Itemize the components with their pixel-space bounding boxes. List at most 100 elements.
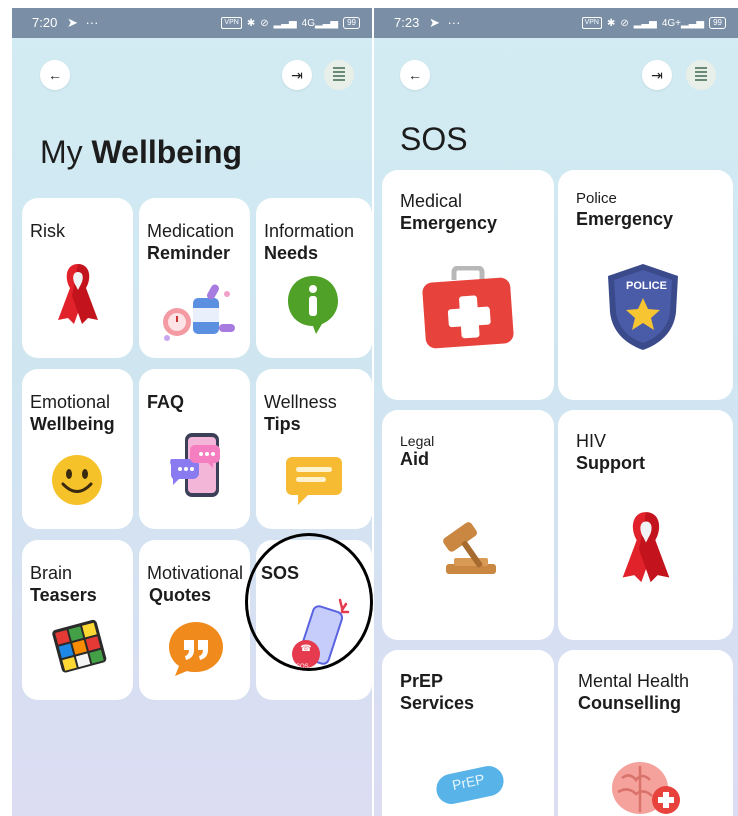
logout-icon: ⇥	[651, 66, 663, 83]
tile-label: FAQ	[147, 392, 185, 412]
battery-icon: 99	[343, 17, 360, 29]
tile-faq[interactable]: FAQ	[139, 369, 250, 529]
tile-label-line1: Wellness	[264, 392, 337, 412]
tile-label-line2: Services	[400, 693, 475, 713]
status-time: 7:20	[32, 15, 58, 30]
pills-clock-icon	[163, 284, 235, 341]
more-dots-icon: ···	[85, 15, 99, 30]
tile-prep-services[interactable]: PrEP Services PrEP	[382, 650, 554, 816]
battery-icon: 99	[709, 17, 726, 29]
tile-label-line1: Motivational	[147, 563, 244, 583]
navigation-arrow-icon: ➤	[428, 15, 440, 30]
page-title: My Wellbeing	[40, 134, 242, 171]
profile-logo-icon	[695, 67, 707, 83]
network-label: 4G	[301, 17, 316, 29]
profile-logo-icon	[333, 67, 345, 83]
tile-information-needs[interactable]: Information Needs	[256, 198, 372, 358]
status-time: 7:23	[394, 15, 420, 30]
4g-signal-icon: 4G▂▃▅	[301, 17, 339, 29]
tile-label-line1: Information	[264, 221, 355, 241]
tile-sos[interactable]: SOS ☎ SOS	[256, 540, 372, 700]
status-bar: 7:23 ➤ ··· VPN ✱ ⊘ ▂▃▅ 4G+▂▃▅ 99	[374, 8, 738, 38]
logout-button[interactable]: ⇥	[282, 60, 312, 90]
tile-label-line1: Emotional	[30, 392, 111, 412]
red-ribbon-icon	[622, 512, 670, 583]
tile-medical-emergency[interactable]: Medical Emergency	[382, 170, 554, 400]
tile-label-line2: Aid	[400, 449, 429, 469]
tile-label-line1: HIV	[576, 431, 607, 451]
quote-bubble-icon	[169, 622, 223, 676]
police-badge-icon	[608, 264, 678, 350]
rubiks-cube-icon	[52, 619, 107, 673]
sos-badge-text: SOS	[296, 664, 309, 670]
profile-avatar[interactable]	[686, 60, 716, 90]
tile-label-line1: Medical	[400, 191, 463, 211]
tile-label-line2: Emergency	[400, 213, 498, 233]
back-button[interactable]: ←	[40, 60, 70, 90]
first-aid-kit-icon	[422, 266, 514, 349]
vpn-icon: VPN	[581, 17, 602, 29]
battery-level: 99	[347, 18, 356, 27]
link-icon: ⊘	[260, 17, 269, 29]
tile-label-line1: Mental Health	[578, 671, 690, 691]
wellbeing-screen: 7:20 ➤ ··· VPN ✱ ⊘ ▂▃▅ 4G▂▃▅ 99 ← ⇥ My W…	[12, 8, 372, 816]
tile-brain-teasers[interactable]: Brain Teasers	[22, 540, 133, 700]
tile-label-line2: Emergency	[576, 209, 674, 229]
red-ribbon-icon	[58, 264, 98, 324]
network-label: 4G+	[661, 17, 682, 29]
brain-plus-icon	[612, 762, 680, 814]
sos-phone-icon: ☎	[292, 598, 350, 668]
back-arrow-icon: ←	[408, 67, 422, 83]
tile-label-line2: Wellbeing	[30, 414, 115, 434]
back-button[interactable]: ←	[400, 60, 430, 90]
tile-mental-health-counselling[interactable]: Mental Health Counselling	[558, 650, 733, 816]
message-bubble-icon	[286, 457, 342, 505]
tile-label-line2: Needs	[264, 243, 319, 263]
battery-level: 99	[713, 18, 722, 27]
signal-icon: ▂▃▅	[273, 17, 297, 29]
page-title-bold: Wellbeing	[91, 134, 243, 170]
tile-risk[interactable]: Risk	[22, 198, 133, 358]
tile-label-line2: Tips	[264, 414, 301, 434]
tile-hiv-support[interactable]: HIV Support	[558, 410, 733, 640]
status-bar: 7:20 ➤ ··· VPN ✱ ⊘ ▂▃▅ 4G▂▃▅ 99	[12, 8, 372, 38]
tile-emotional-wellbeing[interactable]: Emotional Wellbeing	[22, 369, 133, 529]
police-badge-text: POLICE	[626, 280, 667, 292]
page-title: SOS	[400, 121, 468, 157]
gavel-icon	[443, 522, 496, 574]
tile-label-line1: Police	[576, 190, 617, 207]
link-icon: ⊘	[620, 17, 629, 29]
vpn-icon: VPN	[221, 17, 242, 29]
tile-police-emergency[interactable]: Police Emergency POLICE	[558, 170, 733, 400]
sos-screen: 7:23 ➤ ··· VPN ✱ ⊘ ▂▃▅ 4G+▂▃▅ 99 ← ⇥ SOS…	[374, 8, 738, 816]
profile-avatar[interactable]	[324, 60, 354, 90]
tile-label-line1: Brain	[30, 563, 73, 583]
tile-label-line2: Reminder	[147, 243, 231, 263]
tile-medication-reminder[interactable]: Medication Reminder	[139, 198, 250, 358]
page-title-light: My	[40, 134, 83, 170]
tile-label: SOS	[261, 563, 300, 583]
back-arrow-icon: ←	[48, 67, 62, 83]
bluetooth-icon: ✱	[606, 17, 616, 29]
tile-legal-aid[interactable]: Legal Aid	[382, 410, 554, 640]
info-bubble-icon	[288, 276, 338, 334]
tile-label-line2: Teasers	[30, 585, 97, 605]
tile-label-line1: PrEP	[400, 671, 444, 691]
logout-button[interactable]: ⇥	[642, 60, 672, 90]
tile-label-line2: Counselling	[578, 693, 681, 713]
chat-phone-icon	[170, 433, 220, 497]
navigation-arrow-icon: ➤	[66, 15, 78, 30]
tile-label-line2: Quotes	[149, 585, 212, 605]
smiley-face-icon	[52, 455, 102, 505]
logout-icon: ⇥	[291, 66, 303, 83]
4g-signal-icon: 4G+▂▃▅	[661, 17, 705, 29]
tile-label-line1: Medication	[147, 221, 235, 241]
tile-label-line2: Support	[576, 453, 645, 473]
signal-icon: ▂▃▅	[633, 17, 657, 29]
more-dots-icon: ···	[447, 15, 461, 30]
bluetooth-icon: ✱	[246, 17, 256, 29]
tile-label-line1: Risk	[30, 221, 65, 241]
tile-motivational-quotes[interactable]: Motivational Quotes	[139, 540, 250, 700]
svg-text:☎: ☎	[300, 644, 311, 654]
tile-wellness-tips[interactable]: Wellness Tips	[256, 369, 372, 529]
